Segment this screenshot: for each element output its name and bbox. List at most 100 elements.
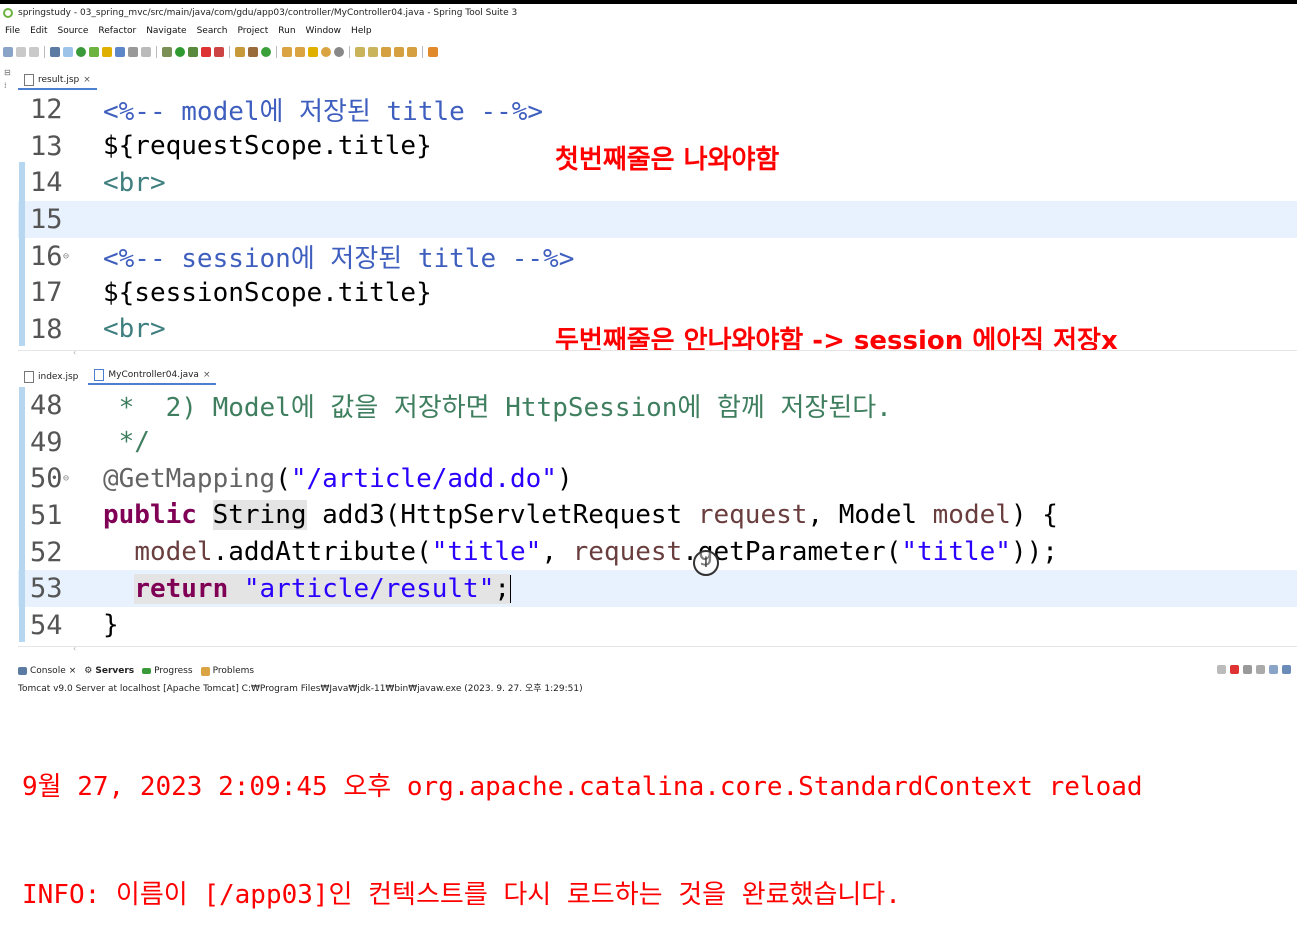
code-text: public String add3(HttpServletRequest re… bbox=[103, 500, 1058, 531]
close-icon[interactable]: × bbox=[203, 370, 211, 380]
pin-editor-icon[interactable] bbox=[428, 47, 438, 57]
code-token: public bbox=[103, 500, 197, 531]
new-java-project-icon[interactable] bbox=[235, 47, 245, 57]
line-number: 12 bbox=[30, 93, 63, 125]
menu-navigate[interactable]: Navigate bbox=[141, 23, 191, 39]
fold-icon[interactable]: ⊖ bbox=[63, 251, 69, 262]
save-all-icon[interactable] bbox=[29, 47, 39, 57]
new-class-icon[interactable] bbox=[261, 47, 271, 57]
coverage-icon[interactable] bbox=[188, 47, 198, 57]
remove-launch-icon[interactable] bbox=[1243, 665, 1252, 674]
external-tools-icon[interactable] bbox=[214, 47, 224, 57]
new-icon[interactable] bbox=[3, 47, 13, 57]
debug-icon[interactable] bbox=[162, 47, 172, 57]
spring-icon[interactable] bbox=[89, 47, 99, 57]
stop-icon[interactable] bbox=[201, 47, 211, 57]
code-token: request bbox=[572, 537, 683, 568]
previous-annotation-icon[interactable] bbox=[368, 47, 378, 57]
terminal-icon[interactable] bbox=[50, 47, 60, 57]
console-process-info: Tomcat v9.0 Server at localhost [Apache … bbox=[18, 684, 583, 694]
code-line[interactable]: 49 */ bbox=[18, 421, 1297, 461]
code-token bbox=[228, 573, 244, 604]
code-line[interactable]: 51 public String add3(HttpServletRequest … bbox=[18, 494, 1297, 534]
top-editor-tabbar: result.jsp × bbox=[18, 72, 1297, 90]
back-icon[interactable] bbox=[394, 47, 404, 57]
menu-edit[interactable]: Edit bbox=[25, 23, 52, 39]
menu-help[interactable]: Help bbox=[346, 23, 377, 39]
code-token: add3(HttpServletRequest bbox=[306, 500, 698, 531]
menu-refactor[interactable]: Refactor bbox=[93, 23, 141, 39]
code-line[interactable]: 48 * 2) Model에 값을 저장하면 HttpSession에 함께 저… bbox=[18, 387, 1297, 424]
code-token: <br> bbox=[103, 314, 166, 345]
annotation-icon[interactable] bbox=[102, 47, 112, 57]
new-package-icon[interactable] bbox=[248, 47, 258, 57]
tab-servers[interactable]: ⚙ Servers bbox=[84, 666, 134, 676]
menu-project[interactable]: Project bbox=[232, 23, 273, 39]
web-browser-icon[interactable] bbox=[321, 47, 331, 57]
open-type-icon[interactable] bbox=[282, 47, 292, 57]
code-token: "title" bbox=[901, 537, 1011, 568]
scroll-lock-icon[interactable] bbox=[1269, 665, 1278, 674]
terminate-icon[interactable] bbox=[1230, 665, 1239, 674]
close-icon[interactable]: × bbox=[83, 75, 91, 85]
tab-mycontroller04-java[interactable]: MyController04.java × bbox=[88, 366, 217, 385]
tab-label: Problems bbox=[212, 666, 255, 676]
word-wrap-icon[interactable] bbox=[1282, 665, 1291, 674]
code-line[interactable]: 53 return "article/result"; bbox=[18, 568, 1297, 608]
restore-icon[interactable]: ⊟ bbox=[4, 68, 18, 77]
code-token: } bbox=[103, 610, 119, 641]
tab-label: MyController04.java bbox=[108, 369, 199, 380]
bottom-editor-hscroll[interactable]: ‹ bbox=[18, 644, 1297, 657]
code-token: <br> bbox=[103, 167, 166, 198]
menu-source[interactable]: Source bbox=[53, 23, 94, 39]
outline-icon[interactable]: ⁞ bbox=[4, 81, 18, 90]
toggle-mark-icon[interactable] bbox=[63, 47, 73, 57]
code-line[interactable]: 52 model.addAttribute("title", request.g… bbox=[18, 531, 1297, 571]
tab-label: Console bbox=[30, 666, 66, 676]
tab-problems[interactable]: Problems bbox=[200, 666, 255, 676]
search-icon[interactable] bbox=[308, 47, 318, 57]
next-annotation-icon[interactable] bbox=[355, 47, 365, 57]
console-output[interactable]: 9월 27, 2023 2:09:45 오후 org.apache.catali… bbox=[22, 697, 1143, 949]
main-toolbar bbox=[0, 40, 1297, 64]
code-line[interactable]: 16 ⊖ <%-- session에 저장된 title --%> bbox=[18, 235, 1297, 275]
show-whitespace-icon[interactable] bbox=[128, 47, 138, 57]
code-text: * 2) Model에 값을 저장하면 HttpSession에 함께 저장된다… bbox=[103, 387, 892, 424]
run-icon[interactable] bbox=[175, 47, 185, 57]
last-edit-icon[interactable] bbox=[381, 47, 391, 57]
tab-console[interactable]: Console × bbox=[18, 666, 76, 676]
menu-search[interactable]: Search bbox=[192, 23, 233, 39]
code-line[interactable]: 12 <%-- model에 저장된 title --%> bbox=[18, 91, 1297, 128]
edit-icon[interactable] bbox=[115, 47, 125, 57]
tab-progress[interactable]: Progress bbox=[142, 666, 193, 676]
code-line[interactable]: 54} bbox=[18, 604, 1297, 644]
remove-all-icon[interactable] bbox=[1256, 665, 1265, 674]
tab-index-jsp[interactable]: index.jsp bbox=[18, 368, 84, 385]
top-editor-hscroll[interactable]: ‹ bbox=[18, 348, 1297, 361]
bottom-code-editor[interactable]: 48 * 2) Model에 값을 저장하면 HttpSession에 함께 저… bbox=[18, 387, 1297, 644]
pin-console-icon[interactable] bbox=[1217, 665, 1226, 674]
code-line[interactable]: 15 bbox=[18, 198, 1297, 238]
forward-icon[interactable] bbox=[407, 47, 417, 57]
top-code-editor[interactable]: 12 <%-- model에 저장된 title --%> 13 ${requestS… bbox=[18, 91, 1297, 349]
menu-run[interactable]: Run bbox=[273, 23, 300, 39]
code-text: <br> bbox=[103, 314, 166, 344]
open-task-icon[interactable] bbox=[295, 47, 305, 57]
save-icon[interactable] bbox=[16, 47, 26, 57]
bottom-editor-tabbar: index.jsp MyController04.java × bbox=[18, 367, 1297, 385]
globe-icon[interactable] bbox=[334, 47, 344, 57]
tab-result-jsp[interactable]: result.jsp × bbox=[18, 71, 97, 90]
menu-file[interactable]: File bbox=[0, 23, 25, 39]
pilcrow-icon[interactable] bbox=[141, 47, 151, 57]
code-token: "/article/add.do" bbox=[290, 463, 557, 494]
fold-icon[interactable]: ⊖ bbox=[63, 473, 69, 484]
boot-dashboard-icon[interactable] bbox=[76, 47, 86, 57]
close-icon[interactable]: × bbox=[69, 666, 77, 676]
line-number: 13 bbox=[30, 130, 63, 162]
code-line[interactable]: 50 ⊖ @GetMapping("/article/add.do") bbox=[18, 458, 1297, 497]
sts-logo-icon bbox=[3, 8, 13, 18]
text-caret bbox=[510, 575, 511, 604]
menu-window[interactable]: Window bbox=[301, 23, 347, 39]
code-line[interactable]: 17 ${sessionScope.title} bbox=[18, 272, 1297, 311]
